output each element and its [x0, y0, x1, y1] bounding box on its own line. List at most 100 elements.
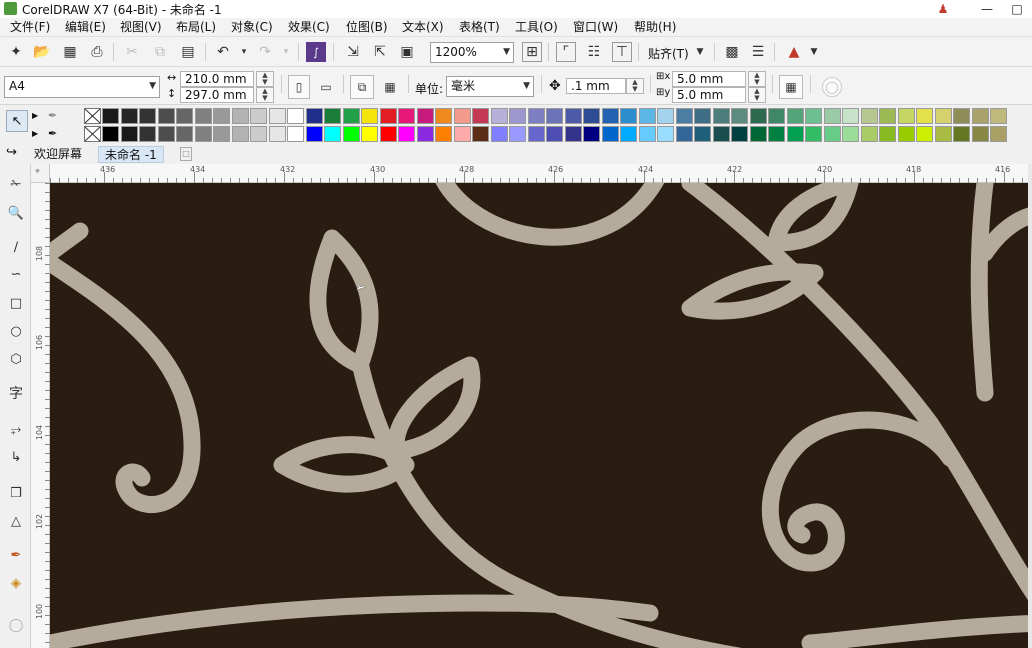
user-icon[interactable]: ♟: [928, 0, 958, 18]
landscape-icon[interactable]: ▭: [314, 75, 338, 99]
color-swatch[interactable]: [601, 108, 619, 124]
color-swatch[interactable]: [860, 108, 878, 124]
nudge-spinner[interactable]: ▲ ▼: [626, 78, 644, 94]
page-size-combo[interactable]: A4 ▼: [4, 76, 160, 98]
color-swatch[interactable]: [268, 108, 286, 124]
show-rulers-icon[interactable]: ⌜: [556, 42, 576, 62]
color-swatch[interactable]: [453, 126, 471, 142]
color-swatch[interactable]: [842, 126, 859, 142]
page-width-field[interactable]: 210.0 mm: [180, 71, 254, 87]
palette-scroll-left-icon[interactable]: ▶: [32, 108, 46, 124]
zoom-level-combo[interactable]: 1200% ▼: [430, 42, 514, 63]
color-swatch[interactable]: [527, 126, 545, 142]
maximize-button[interactable]: □: [1002, 0, 1032, 18]
color-swatch[interactable]: [990, 108, 1007, 124]
color-swatch[interactable]: [268, 126, 286, 142]
menu-bitmaps[interactable]: 位图(B): [344, 19, 390, 36]
color-swatch[interactable]: [934, 126, 952, 142]
color-swatch[interactable]: [805, 126, 822, 142]
drawing-canvas[interactable]: ➢: [50, 183, 1028, 648]
width-spinner[interactable]: ▲ ▼: [256, 71, 274, 87]
duplicate-x-field[interactable]: 5.0 mm: [672, 71, 746, 87]
launcher-dropdown-icon[interactable]: ▼: [804, 42, 824, 62]
color-swatch[interactable]: [509, 108, 526, 124]
vertical-ruler[interactable]: 108 106 104 102 100: [31, 183, 50, 648]
color-swatch[interactable]: [194, 108, 212, 124]
menu-table[interactable]: 表格(T): [457, 19, 502, 36]
minimize-button[interactable]: —: [972, 0, 1002, 18]
color-swatch[interactable]: [398, 126, 415, 142]
color-swatch[interactable]: [823, 108, 841, 124]
color-swatch[interactable]: [435, 108, 452, 124]
export-icon[interactable]: ⇱: [370, 42, 390, 62]
color-swatch[interactable]: [583, 126, 600, 142]
current-page-icon[interactable]: ▦: [378, 75, 402, 99]
color-swatch[interactable]: [564, 126, 582, 142]
menu-layout[interactable]: 布局(L): [174, 19, 218, 36]
color-swatch[interactable]: [842, 108, 859, 124]
color-swatch[interactable]: [287, 126, 304, 142]
color-swatch[interactable]: [231, 126, 249, 142]
color-swatch[interactable]: [379, 108, 397, 124]
menu-tools[interactable]: 工具(O): [513, 19, 560, 36]
color-swatch[interactable]: [638, 126, 656, 142]
color-swatch[interactable]: [971, 108, 989, 124]
horizontal-ruler[interactable]: 436 434 432 430 428 426 424 422 420 418 …: [50, 164, 1032, 183]
color-swatch[interactable]: [379, 126, 397, 142]
color-swatch[interactable]: [490, 108, 508, 124]
color-swatch[interactable]: [398, 108, 415, 124]
quick-customize-icon[interactable]: ◯: [822, 77, 842, 97]
color-swatch[interactable]: [657, 108, 674, 124]
redo-dropdown-icon[interactable]: ▾: [276, 42, 296, 62]
menu-window[interactable]: 窗口(W): [571, 19, 620, 36]
color-swatch[interactable]: [435, 126, 452, 142]
color-swatch[interactable]: [139, 108, 156, 124]
text-tool-icon[interactable]: 字: [5, 382, 27, 404]
height-spinner[interactable]: ▲ ▼: [256, 87, 274, 103]
color-swatch[interactable]: [990, 126, 1007, 142]
options-icon[interactable]: ☰: [748, 42, 768, 62]
duplicate-x-spinner[interactable]: ▲ ▼: [748, 71, 766, 87]
color-swatch[interactable]: [194, 126, 212, 142]
color-swatch[interactable]: [546, 108, 563, 124]
quick-customize-icon[interactable]: ◯: [5, 614, 27, 636]
color-swatch[interactable]: [305, 108, 323, 124]
color-swatch[interactable]: [675, 126, 693, 142]
pick-tool-icon[interactable]: ↖: [6, 110, 28, 132]
color-swatch[interactable]: [786, 126, 804, 142]
color-swatch[interactable]: [490, 126, 508, 142]
color-swatch[interactable]: [527, 108, 545, 124]
color-swatch[interactable]: [342, 126, 360, 142]
color-swatch[interactable]: [305, 126, 323, 142]
full-screen-icon[interactable]: ⊞: [522, 42, 542, 62]
connector-tool-icon[interactable]: ↳: [5, 446, 27, 468]
menu-file[interactable]: 文件(F): [8, 19, 52, 36]
tab-welcome-screen[interactable]: 欢迎屏幕: [28, 146, 88, 163]
color-swatch[interactable]: [897, 108, 915, 124]
color-swatch[interactable]: [953, 126, 970, 142]
rectangle-tool-icon[interactable]: □: [5, 292, 27, 314]
polygon-tool-icon[interactable]: ⬡: [5, 348, 27, 370]
artistic-media-icon[interactable]: ∽: [5, 263, 27, 285]
search-content-icon[interactable]: ∫: [306, 42, 326, 62]
color-swatch[interactable]: [509, 126, 526, 142]
eyedropper-icon[interactable]: ✒: [48, 126, 64, 142]
color-swatch[interactable]: [361, 126, 378, 142]
copy-icon[interactable]: ⧉: [150, 42, 170, 62]
all-pages-icon[interactable]: ⧉: [350, 75, 374, 99]
color-swatch[interactable]: [823, 126, 841, 142]
color-swatch[interactable]: [620, 126, 637, 142]
color-swatch[interactable]: [934, 108, 952, 124]
color-swatch[interactable]: [472, 126, 489, 142]
color-swatch[interactable]: [139, 126, 156, 142]
color-swatch[interactable]: [786, 108, 804, 124]
drop-shadow-icon[interactable]: ❒: [5, 482, 27, 504]
page-height-field[interactable]: 297.0 mm: [180, 87, 254, 103]
redo-icon[interactable]: ↷: [255, 42, 275, 62]
color-swatch[interactable]: [805, 108, 822, 124]
transparency-tool-icon[interactable]: △: [5, 510, 27, 532]
cut-icon[interactable]: ✂: [122, 42, 142, 62]
ruler-corner[interactable]: ⌖: [31, 164, 50, 183]
color-swatch[interactable]: [231, 108, 249, 124]
nudge-distance-field[interactable]: .1 mm: [566, 78, 626, 94]
